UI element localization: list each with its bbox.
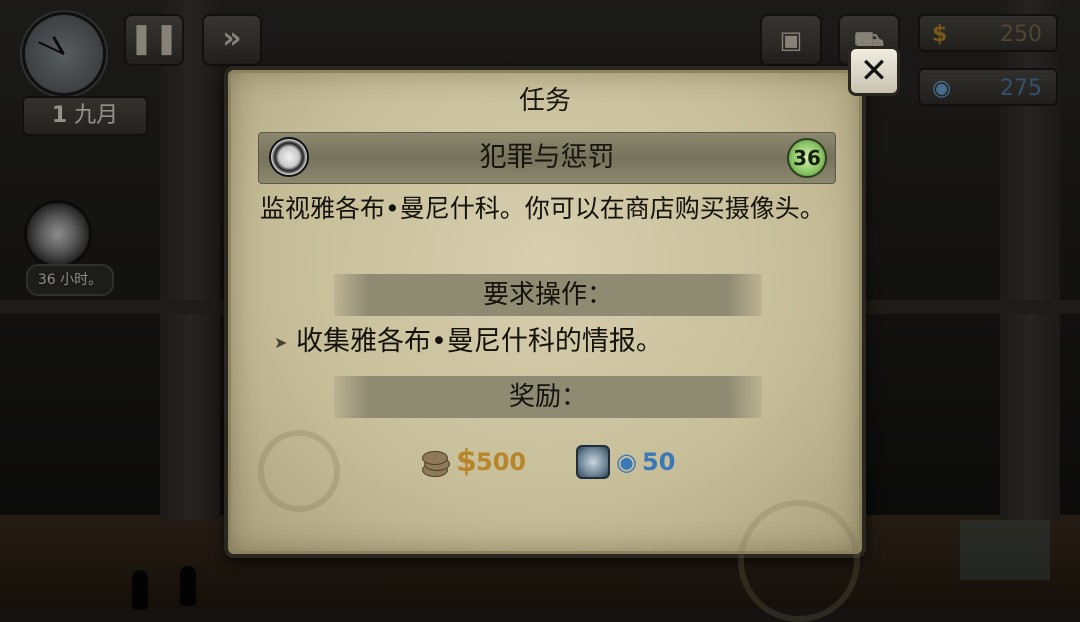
requirements-header: 要求操作： bbox=[334, 274, 762, 316]
rewards-header: 奖励： bbox=[334, 376, 762, 418]
reward-money-value: 500 bbox=[476, 448, 527, 476]
reward-money-symbol: $ bbox=[456, 444, 477, 479]
close-button[interactable]: ✕ bbox=[848, 46, 900, 96]
decorative-gear-icon bbox=[738, 500, 860, 622]
reputation-small-icon: ◉ bbox=[616, 448, 637, 476]
quest-level-badge: 36 bbox=[787, 138, 827, 178]
coins-icon bbox=[420, 447, 452, 477]
requirement-item: ➤ 收集雅各布•曼尼什科的情报。 bbox=[274, 324, 834, 361]
dialog-title: 任务 bbox=[518, 86, 571, 116]
quest-description: 监视雅各布•曼尼什科。你可以在商店购买摄像头。 bbox=[260, 194, 825, 223]
reputation-shield-icon bbox=[576, 445, 610, 479]
requirement-text: 收集雅各布•曼尼什科的情报。 bbox=[296, 326, 663, 357]
reward-reputation-value: 50 bbox=[642, 448, 676, 476]
quest-header: 犯罪与惩罚 36 bbox=[258, 132, 836, 184]
reward-reputation: ◉ 50 bbox=[576, 444, 686, 480]
reward-money: $ 500 bbox=[420, 444, 540, 480]
arrow-bullet-icon: ➤ bbox=[274, 332, 288, 352]
quest-name: 犯罪与惩罚 bbox=[479, 142, 615, 173]
quest-dialog: 任务 犯罪与惩罚 36 监视雅各布•曼尼什科。你可以在商店购买摄像头。 要求操作… bbox=[224, 66, 866, 622]
decorative-gear-icon bbox=[258, 430, 340, 512]
